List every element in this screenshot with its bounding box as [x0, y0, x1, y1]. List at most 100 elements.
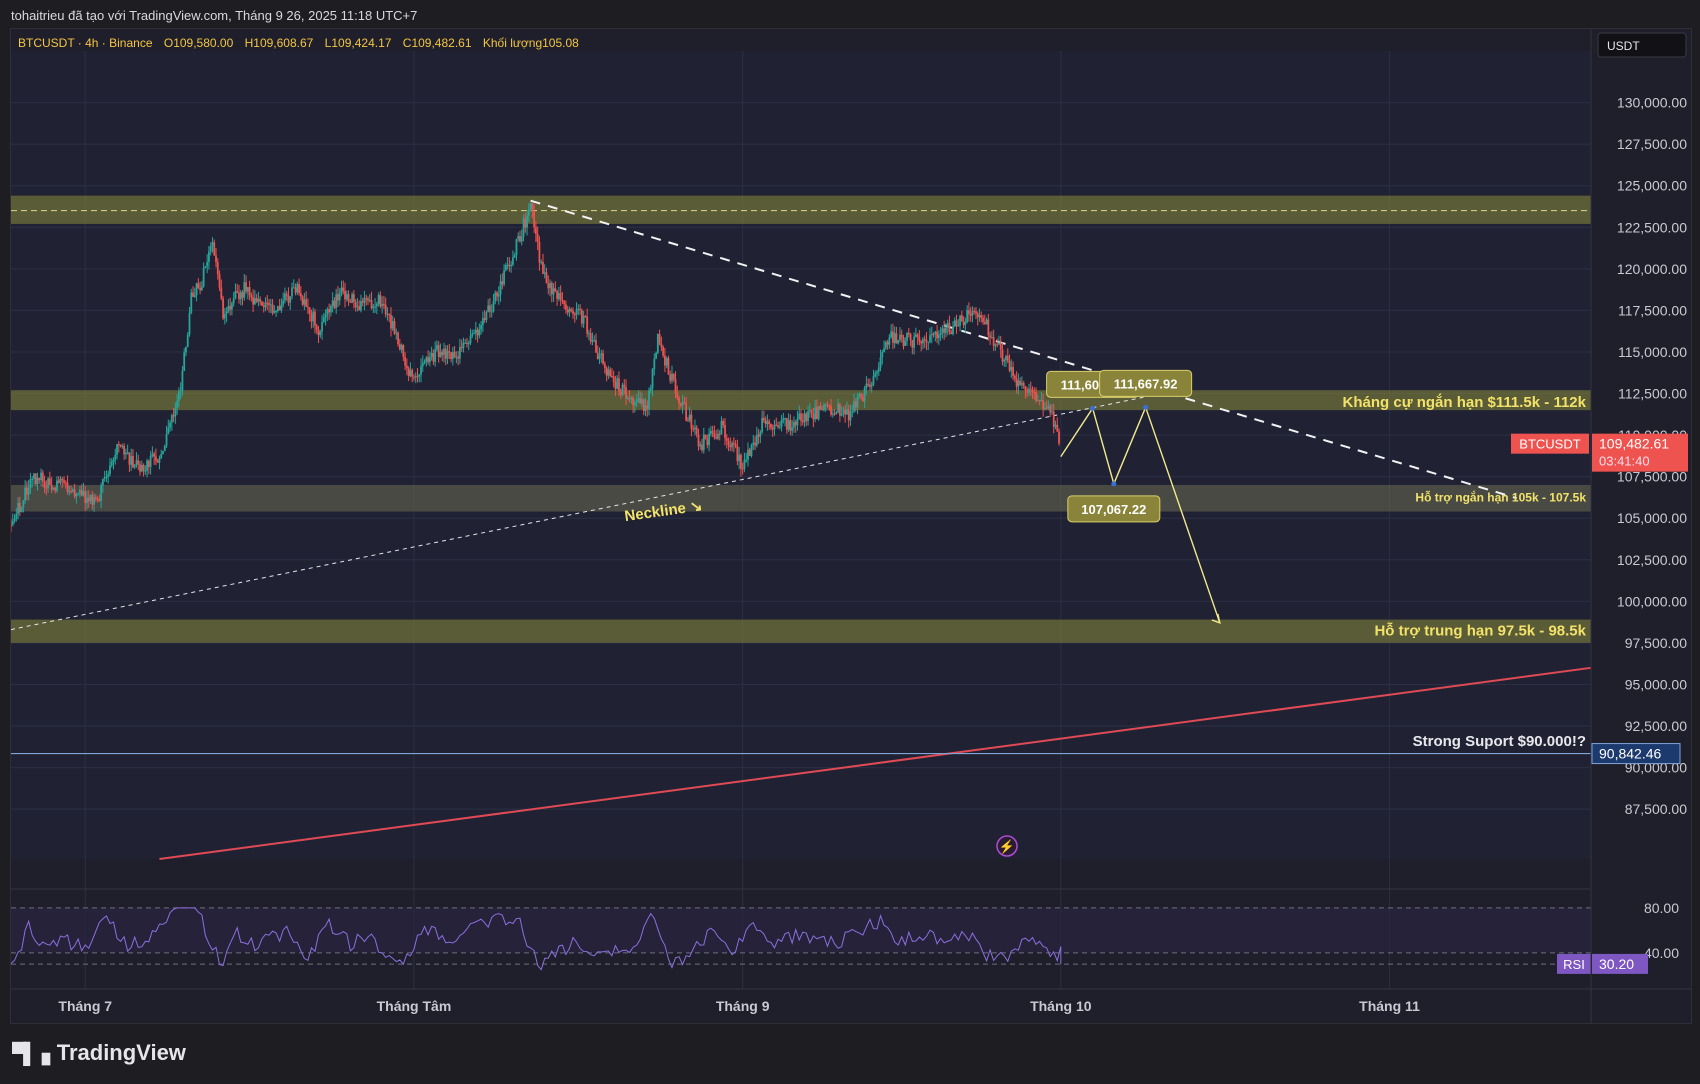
- candle-body: [451, 351, 454, 359]
- candle-body: [26, 487, 28, 495]
- candle-body: [946, 323, 949, 328]
- candle-body: [1013, 375, 1016, 379]
- candle-body: [342, 287, 345, 291]
- candle-body: [741, 468, 744, 470]
- candle-body: [990, 337, 993, 339]
- lightning-icon[interactable]: ⚡: [996, 835, 1018, 857]
- candle-body: [66, 482, 69, 492]
- y-tick-label: 105,000.00: [1617, 510, 1687, 526]
- candle-body: [98, 499, 101, 501]
- candle-body: [589, 333, 592, 342]
- candle-body: [163, 445, 166, 451]
- zone-rect: [11, 484, 1591, 512]
- candle-body: [186, 334, 189, 347]
- candle-body: [1052, 411, 1055, 427]
- candle-body: [367, 298, 369, 301]
- candle-body: [849, 411, 852, 421]
- candle-body: [261, 301, 263, 306]
- candle-body: [139, 464, 141, 472]
- candle-body: [183, 352, 186, 371]
- candle-body: [209, 246, 212, 252]
- candle-body: [252, 297, 255, 305]
- candle-body: [975, 311, 977, 314]
- candle-body: [808, 410, 811, 412]
- candle-body: [48, 478, 51, 486]
- candle-body: [937, 334, 940, 339]
- candle-body: [1029, 388, 1032, 390]
- candle-body: [377, 295, 380, 304]
- candle-body: [284, 293, 286, 301]
- candle-body: [844, 409, 847, 415]
- candle-body: [22, 500, 25, 508]
- candle-body: [27, 488, 30, 495]
- candle-body: [838, 403, 841, 416]
- candle-body: [801, 420, 804, 423]
- candle-body: [570, 309, 573, 311]
- candle-body: [75, 494, 78, 497]
- candle-body: [34, 473, 37, 485]
- candle-body: [167, 427, 170, 435]
- tradingview-logo-icon: ▀▌▗: [12, 1042, 50, 1065]
- candle-body: [757, 434, 760, 437]
- rsi-band: [11, 907, 1591, 953]
- candle-body: [409, 370, 412, 376]
- candle-body: [110, 461, 113, 466]
- candle-body: [644, 405, 647, 412]
- price-chart[interactable]: 111,608.17111,667.92107,067.22 Kháng cự …: [10, 29, 1691, 1023]
- candle-body: [1012, 367, 1014, 376]
- candle-body: [702, 434, 705, 451]
- candle-body: [900, 334, 903, 338]
- candle-body: [418, 374, 421, 377]
- candle-body: [322, 317, 325, 323]
- candle-body: [298, 283, 300, 294]
- open-value: 109,580.00: [173, 36, 233, 50]
- candle-body: [246, 287, 249, 292]
- candle-body: [526, 215, 528, 228]
- y-tick-label: 115,000.00: [1618, 344, 1687, 360]
- candle-body: [782, 418, 785, 420]
- y-tick-label: 95,000.00: [1625, 676, 1687, 692]
- tradingview-brand[interactable]: ▀▌▗ TradingView: [12, 1040, 186, 1066]
- candle-body: [268, 303, 270, 305]
- candle-body: [812, 414, 815, 420]
- candle-body: [303, 299, 306, 305]
- candle-body: [135, 460, 138, 466]
- candle-body: [858, 394, 861, 397]
- candle-body: [962, 321, 965, 325]
- candle-body: [508, 264, 511, 267]
- candle-body: [133, 465, 136, 468]
- candle-body: [487, 305, 490, 313]
- candle-body: [52, 487, 55, 490]
- candle-body: [881, 352, 884, 358]
- candle-body: [177, 391, 180, 401]
- candle-body: [393, 321, 396, 334]
- candle-body: [945, 327, 947, 333]
- candle-body: [423, 361, 426, 364]
- candle-body: [91, 494, 94, 505]
- candle-body: [211, 242, 214, 247]
- candle-body: [181, 370, 184, 391]
- candle-body: [492, 301, 495, 312]
- candle-body: [45, 487, 48, 489]
- candle-body: [662, 347, 665, 356]
- candle-body: [902, 337, 905, 347]
- candle-body: [877, 367, 880, 372]
- projection-node: [1111, 481, 1117, 487]
- candle-body: [397, 332, 399, 345]
- candle-body: [540, 261, 543, 263]
- candle-body: [837, 403, 840, 412]
- candle-body: [497, 294, 500, 297]
- candle-body: [174, 407, 177, 417]
- candle-body: [489, 305, 491, 312]
- candle-body: [1006, 355, 1009, 361]
- countdown-text: 03:41:40: [1599, 454, 1650, 469]
- candle-body: [748, 449, 751, 456]
- candle-body: [386, 313, 389, 315]
- candle-body: [770, 423, 772, 428]
- candle-body: [464, 342, 467, 344]
- candle-body: [77, 493, 80, 495]
- candle-body: [709, 430, 712, 434]
- candle-body: [96, 498, 99, 500]
- candle-body: [338, 293, 341, 301]
- candle-body: [655, 353, 657, 359]
